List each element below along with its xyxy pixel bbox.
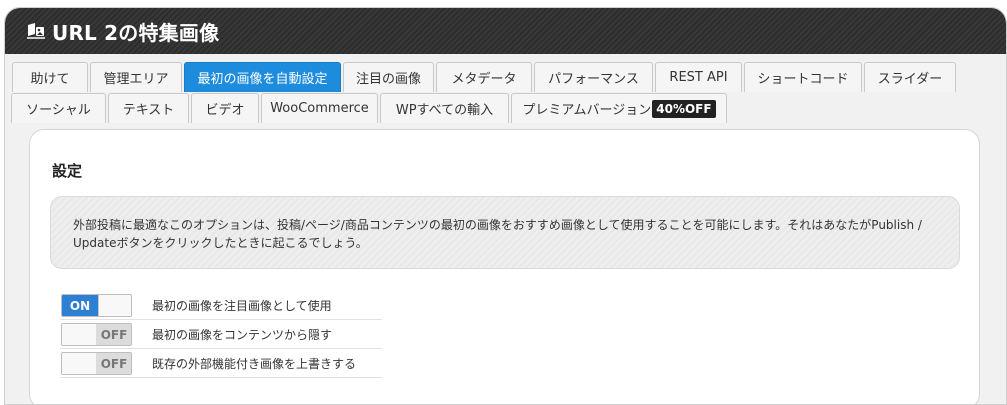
tab-woocommerce[interactable]: WooCommerce [261,93,378,123]
option-label: 既存の外部機能付き画像を上書きする [152,357,357,371]
title-bar: URL 2の特集画像 [5,8,1006,54]
plugin-settings-frame: URL 2の特集画像 助けて 管理エリア 最初の画像を自動設定 注目の画像 メタ… [4,7,1007,405]
tab-metadata[interactable]: メタデータ [436,62,532,92]
tab-label: テキスト [122,103,175,118]
use-first-image-toggle[interactable]: ON [61,294,132,317]
tab-label: ビデオ [205,103,245,118]
tab-label: ショートコード [757,72,849,87]
overwrite-external-toggle[interactable]: OFF [61,352,132,375]
tab-label: 最初の画像を自動設定 [197,72,328,87]
toggle-knob [98,295,131,316]
tab-slider[interactable]: スライダー [864,62,956,92]
toggle-state: OFF [96,324,131,345]
toggle-state: ON [62,295,98,316]
tab-label: WPすべての輸入 [395,103,494,118]
tab-label: REST API [669,70,728,85]
settings-panel: 設定 外部投稿に最適なこのオプションは、投稿/ページ/商品コンテンツの最初の画像… [29,129,980,404]
tab-label: プレミアムバージョン [522,103,652,118]
tab-shortcode[interactable]: ショートコード [744,62,862,92]
tab-label: 管理エリア [103,72,169,87]
option-row: ON 最初の画像を注目画像として使用 [60,291,382,320]
info-notice: 外部投稿に最適なこのオプションは、投稿/ページ/商品コンテンツの最初の画像をおす… [50,196,960,269]
section-title: 設定 [52,162,83,180]
tab-text[interactable]: テキスト [108,93,189,123]
hide-first-image-toggle[interactable]: OFF [61,323,132,346]
tab-label: メタデータ [451,72,517,87]
option-row: OFF 最初の画像をコンテンツから隠す [60,320,382,349]
tab-help[interactable]: 助けて [12,62,88,92]
tab-bar-row-1: 助けて 管理エリア 最初の画像を自動設定 注目の画像 メタデータ パフォーマンス… [5,62,1006,92]
option-label: 最初の画像を注目画像として使用 [152,299,332,313]
plugin-logo-icon [26,22,46,40]
option-label: 最初の画像をコンテンツから隠す [152,328,333,342]
tab-performance[interactable]: パフォーマンス [534,62,653,92]
tab-auto-set-first-image[interactable]: 最初の画像を自動設定 [184,62,341,92]
tab-featured-image[interactable]: 注目の画像 [343,62,434,92]
tab-admin-area[interactable]: 管理エリア [90,62,182,92]
tab-label: 注目の画像 [355,72,421,87]
tab-label: WooCommerce [270,101,369,116]
tab-bar-row-2: ソーシャル テキスト ビデオ WooCommerce WPすべての輸入 プレミア… [5,93,1006,123]
tab-label: ソーシャル [26,103,91,118]
tab-label: パフォーマンス [548,72,639,87]
toggle-knob [62,324,97,345]
tab-label: 助けて [30,72,70,87]
toggle-knob [62,353,97,374]
toggle-state: OFF [96,353,131,374]
tab-video[interactable]: ビデオ [191,93,259,123]
tab-premium-version[interactable]: プレミアムバージョン 40%OFF [511,93,727,123]
tab-label: スライダー [877,72,943,87]
page-title: URL 2の特集画像 [52,20,220,45]
tab-rest-api[interactable]: REST API [655,62,742,92]
tab-social[interactable]: ソーシャル [11,93,106,123]
tab-wp-all-import[interactable]: WPすべての輸入 [380,93,509,123]
option-row: OFF 既存の外部機能付き画像を上書きする [60,349,382,378]
discount-badge: 40%OFF [652,99,716,118]
